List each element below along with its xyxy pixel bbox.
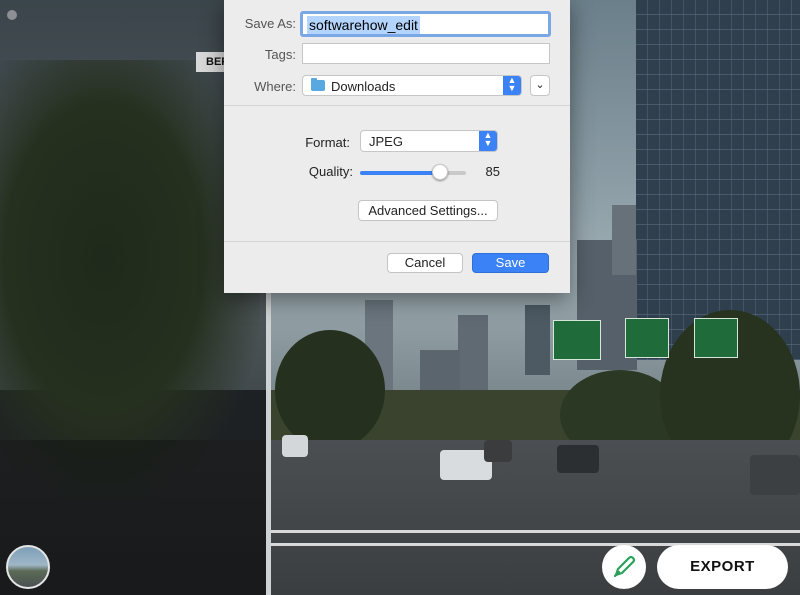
popup-arrows-icon: ▲ ▼ bbox=[479, 131, 497, 151]
where-popup[interactable]: Downloads ▲ ▼ bbox=[302, 75, 522, 96]
lane-marking bbox=[270, 530, 800, 533]
save-dialog: Save As: softwarehow_edit Tags: Where: D… bbox=[224, 0, 570, 293]
save-as-value: softwarehow_edit bbox=[307, 16, 420, 34]
car bbox=[484, 440, 512, 462]
where-value: Downloads bbox=[331, 79, 396, 94]
edit-button[interactable] bbox=[602, 545, 646, 589]
tree bbox=[0, 60, 260, 500]
divider bbox=[224, 105, 570, 106]
glass-office-building bbox=[636, 0, 800, 360]
chevron-down-icon: ⌄ bbox=[535, 79, 545, 91]
format-label: Format: bbox=[305, 135, 350, 150]
building bbox=[612, 205, 636, 275]
format-popup[interactable]: JPEG ▲ ▼ bbox=[360, 130, 498, 152]
export-button[interactable]: EXPORT bbox=[657, 545, 788, 589]
building bbox=[420, 350, 460, 395]
popup-arrows-icon: ▲ ▼ bbox=[503, 76, 521, 95]
format-value: JPEG bbox=[369, 134, 403, 149]
skyscraper bbox=[458, 315, 488, 390]
divider bbox=[224, 241, 570, 242]
image-thumbnail[interactable] bbox=[6, 545, 50, 589]
car bbox=[282, 435, 308, 457]
tags-field[interactable] bbox=[302, 43, 550, 64]
tree bbox=[275, 330, 385, 450]
save-button[interactable]: Save bbox=[472, 253, 549, 273]
cancel-button[interactable]: Cancel bbox=[387, 253, 463, 273]
window-control-dot[interactable] bbox=[7, 10, 17, 20]
quality-slider[interactable] bbox=[360, 164, 466, 180]
pen-icon bbox=[613, 555, 636, 578]
highway-sign bbox=[625, 318, 669, 358]
expand-button[interactable]: ⌄ bbox=[530, 75, 550, 96]
folder-icon bbox=[311, 78, 325, 91]
highway-sign bbox=[694, 318, 738, 358]
save-as-label: Save As: bbox=[244, 16, 296, 31]
car bbox=[750, 455, 800, 495]
save-as-field[interactable]: softwarehow_edit bbox=[300, 11, 551, 37]
quality-slider-knob[interactable] bbox=[431, 164, 448, 180]
car bbox=[557, 445, 599, 473]
highway-sign bbox=[553, 320, 601, 360]
building bbox=[525, 305, 550, 375]
advanced-settings-button[interactable]: Advanced Settings... bbox=[358, 200, 498, 221]
where-label: Where: bbox=[254, 79, 296, 94]
before-label: BEFORE bbox=[196, 52, 226, 72]
quality-label: Quality: bbox=[308, 164, 353, 179]
quality-slider-fill bbox=[360, 171, 440, 175]
quality-value: 85 bbox=[485, 164, 500, 179]
tags-label: Tags: bbox=[264, 47, 296, 62]
